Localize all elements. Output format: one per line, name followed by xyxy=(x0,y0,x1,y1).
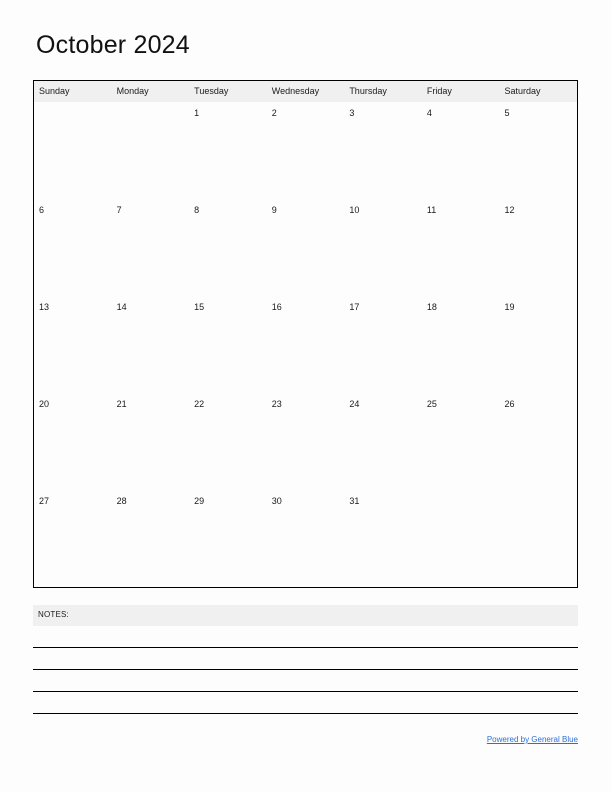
notes-line[interactable] xyxy=(33,648,578,670)
day-cell[interactable]: 31 xyxy=(344,490,422,587)
weekday-header-thursday: Thursday xyxy=(349,86,387,96)
weekday-header-monday: Monday xyxy=(116,86,149,96)
day-cell[interactable]: 12 xyxy=(499,199,577,296)
day-cell[interactable]: 24 xyxy=(344,393,422,490)
day-cell[interactable]: 6 xyxy=(34,199,112,296)
day-cell[interactable]: 23 xyxy=(267,393,345,490)
footer: Powered by General Blue xyxy=(33,729,578,747)
notes-line[interactable] xyxy=(33,692,578,714)
day-cell[interactable]: 30 xyxy=(267,490,345,587)
notes-lines xyxy=(33,626,578,714)
day-cell[interactable]: 4 xyxy=(422,102,500,199)
day-cell[interactable]: 20 xyxy=(34,393,112,490)
day-cell[interactable]: 11 xyxy=(422,199,500,296)
week-row: 6 7 8 9 10 11 12 xyxy=(34,199,577,296)
week-row: 13 14 15 16 17 18 19 xyxy=(34,296,577,393)
day-cell[interactable]: 2 xyxy=(267,102,345,199)
day-cell[interactable]: 10 xyxy=(344,199,422,296)
week-row: 1 2 3 4 5 xyxy=(34,102,577,199)
day-cell[interactable]: 22 xyxy=(189,393,267,490)
weekday-header-sunday: Sunday xyxy=(39,86,70,96)
week-row: 20 21 22 23 24 25 26 xyxy=(34,393,577,490)
calendar-weeks: 1 2 3 4 5 6 7 8 9 10 11 12 13 14 15 16 1… xyxy=(34,102,577,587)
notes-line[interactable] xyxy=(33,670,578,692)
day-cell[interactable]: 14 xyxy=(112,296,190,393)
weekday-header-wednesday: Wednesday xyxy=(271,86,320,96)
weekday-header-tuesday: Tuesday xyxy=(194,86,229,96)
day-cell[interactable]: 16 xyxy=(267,296,345,393)
powered-by-link[interactable]: Powered by General Blue xyxy=(487,735,578,744)
notes-line[interactable] xyxy=(33,626,578,648)
day-cell[interactable] xyxy=(112,102,190,199)
day-cell[interactable]: 27 xyxy=(34,490,112,587)
notes-header-band: NOTES: xyxy=(33,605,578,626)
weekday-header-row: Sunday Monday Tuesday Wednesday Thursday… xyxy=(34,81,577,102)
day-cell[interactable]: 7 xyxy=(112,199,190,296)
day-cell[interactable] xyxy=(499,490,577,587)
day-cell[interactable] xyxy=(422,490,500,587)
day-cell[interactable]: 8 xyxy=(189,199,267,296)
day-cell[interactable]: 18 xyxy=(422,296,500,393)
day-cell[interactable]: 19 xyxy=(499,296,577,393)
day-cell[interactable]: 1 xyxy=(189,102,267,199)
notes-label: NOTES: xyxy=(38,610,69,619)
day-cell[interactable]: 15 xyxy=(189,296,267,393)
weekday-header-friday: Friday xyxy=(426,86,452,96)
day-cell[interactable]: 13 xyxy=(34,296,112,393)
page-title: October 2024 xyxy=(36,31,190,59)
week-row: 27 28 29 30 31 xyxy=(34,490,577,587)
day-cell[interactable]: 17 xyxy=(344,296,422,393)
day-cell[interactable]: 29 xyxy=(189,490,267,587)
day-cell[interactable]: 21 xyxy=(112,393,190,490)
day-cell[interactable]: 25 xyxy=(422,393,500,490)
day-cell[interactable]: 26 xyxy=(499,393,577,490)
day-cell[interactable]: 5 xyxy=(499,102,577,199)
day-cell[interactable]: 9 xyxy=(267,199,345,296)
day-cell[interactable] xyxy=(34,102,112,199)
weekday-header-saturday: Saturday xyxy=(504,86,541,96)
day-cell[interactable]: 28 xyxy=(112,490,190,587)
calendar-grid: Sunday Monday Tuesday Wednesday Thursday… xyxy=(33,80,578,588)
day-cell[interactable]: 3 xyxy=(344,102,422,199)
